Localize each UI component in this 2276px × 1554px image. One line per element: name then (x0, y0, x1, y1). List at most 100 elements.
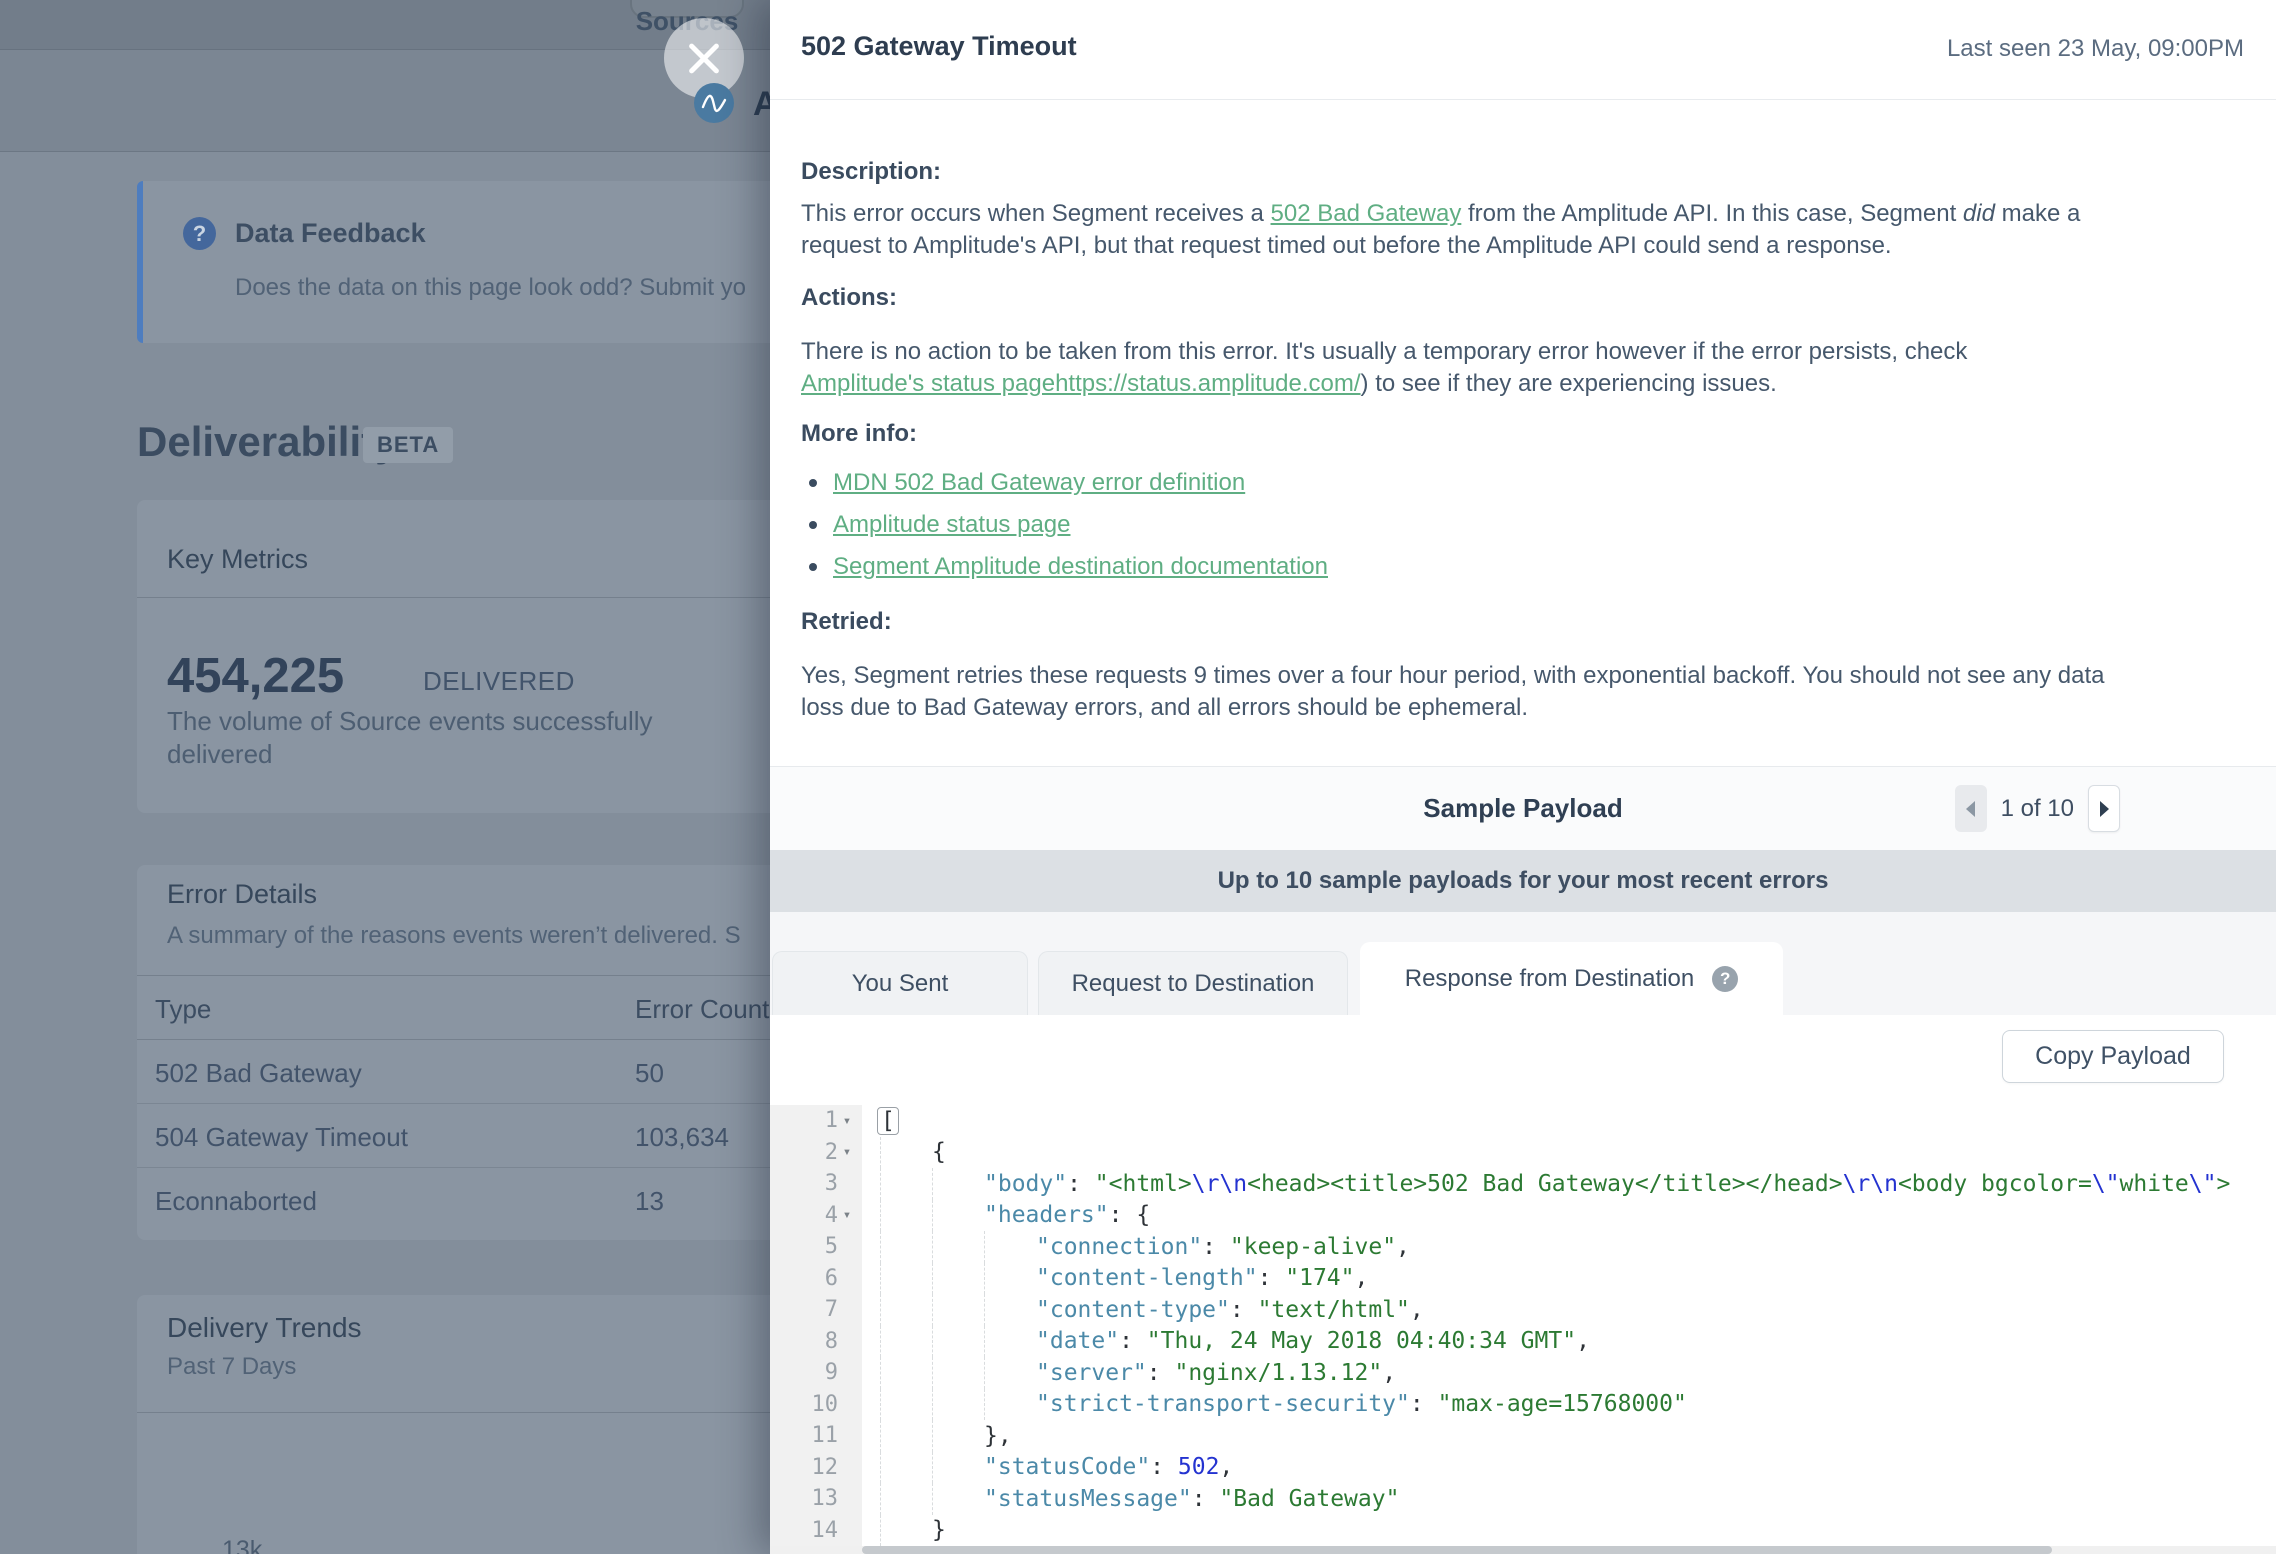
error-detail-panel: 502 Gateway Timeout Last seen 23 May, 09… (770, 0, 2276, 1554)
more-info-link[interactable]: Amplitude status page (833, 511, 1070, 539)
description-line-2: request to Amplitude's API, but that req… (801, 230, 2221, 262)
code-content: "date": "Thu, 24 May 2018 04:40:34 GMT", (862, 1326, 1590, 1358)
delivery-trends-subtitle: Past 7 Days (167, 1353, 296, 1381)
actions-line-2: Amplitude's status pagehttps://status.am… (801, 368, 2221, 400)
code-content: "statusCode": 502, (862, 1452, 1233, 1484)
code-token: : (1067, 1171, 1095, 1197)
indent-guide (880, 1483, 932, 1515)
delivered-description: The volume of Source events successfully… (167, 705, 747, 771)
pager-next-button[interactable] (2088, 785, 2120, 832)
code-token: "headers" (984, 1202, 1109, 1228)
code-token: [ (877, 1107, 899, 1135)
beta-badge: BETA (363, 427, 453, 463)
fold-arrow-icon[interactable]: ▾ (838, 1113, 856, 1129)
line-number: 11 (812, 1423, 839, 1448)
fold-arrow-icon[interactable]: ▾ (838, 1207, 856, 1223)
code-line: 5"connection": "keep-alive", (770, 1231, 2276, 1263)
tab-request-to-destination[interactable]: Request to Destination (1038, 951, 1348, 1015)
sample-payload-header: Sample Payload 1 of 10 (770, 766, 2276, 850)
code-content: { (862, 1137, 946, 1169)
code-content: } (862, 1515, 946, 1547)
code-content: [ (862, 1105, 899, 1137)
pager-previous-button[interactable] (1955, 785, 1987, 832)
text: make a (1995, 200, 2080, 227)
code-line: 11}, (770, 1420, 2276, 1452)
link-502-bad-gateway[interactable]: 502 Bad Gateway (1271, 200, 1462, 227)
code-line: 1▾[ (770, 1105, 2276, 1137)
horizontal-scrollbar[interactable] (770, 1546, 2276, 1554)
code-content: "strict-transport-security": "max-age=15… (862, 1389, 1687, 1421)
payload-code-editor[interactable]: 1▾[2▾{3"body": "<html>\r\n<head><title>5… (770, 1105, 2276, 1546)
code-content: "body": "<html>\r\n<head><title>502 Bad … (862, 1168, 2230, 1200)
line-number: 6 (825, 1266, 838, 1291)
code-token: "content-length" (1036, 1265, 1258, 1291)
code-content: }, (862, 1420, 1012, 1452)
cell-error-type: 504 Gateway Timeout (155, 1122, 408, 1153)
text-italic: did (1963, 200, 1995, 227)
code-line: 10"strict-transport-security": "max-age=… (770, 1389, 2276, 1421)
code-token: , (1576, 1328, 1590, 1354)
code-token: "Thu, 24 May 2018 04:40:34 GMT" (1147, 1328, 1576, 1354)
code-token: "date" (1036, 1328, 1119, 1354)
column-header-error-count: Error Count (635, 994, 769, 1025)
code-token: : (1202, 1234, 1230, 1260)
line-number: 12 (812, 1455, 839, 1480)
scrollbar-thumb[interactable] (862, 1546, 2052, 1554)
code-token: <body bgcolor= (1898, 1171, 2092, 1197)
code-token: 502 (1178, 1454, 1220, 1480)
delivered-label: DELIVERED (423, 666, 575, 697)
code-token: : (1258, 1265, 1286, 1291)
panel-title: 502 Gateway Timeout (801, 31, 1077, 62)
code-line: 12 "statusCode": 502, (770, 1452, 2276, 1484)
cell-error-count: 50 (635, 1058, 664, 1089)
retried-line-1: Yes, Segment retries these requests 9 ti… (801, 660, 2221, 692)
fold-arrow-icon[interactable]: ▾ (838, 1144, 856, 1160)
code-token: { (932, 1139, 946, 1165)
code-token: "body" (984, 1171, 1067, 1197)
indent-guide (932, 1263, 984, 1295)
gutter: 14 (770, 1515, 862, 1547)
indent-guide (880, 1357, 932, 1389)
code-token: : (1150, 1454, 1178, 1480)
code-token: "content-type" (1036, 1297, 1230, 1323)
pager-position: 1 of 10 (2001, 795, 2074, 823)
help-icon[interactable]: ? (1712, 966, 1738, 992)
code-line: 6"content-length": "174", (770, 1263, 2276, 1295)
actions-label: Actions: (801, 284, 897, 312)
text: This error occurs when Segment receives … (801, 200, 1271, 227)
tab-response-from-destination[interactable]: Response from Destination? (1360, 942, 1783, 1015)
code-token: "server" (1036, 1360, 1147, 1386)
code-token: \" (2189, 1171, 2217, 1197)
column-header-type: Type (155, 994, 211, 1025)
link-amplitude-status[interactable]: Amplitude's status pagehttps://status.am… (801, 370, 1361, 397)
indent-guide (880, 1231, 932, 1263)
indent-guide (880, 1420, 932, 1452)
copy-payload-button[interactable]: Copy Payload (2002, 1030, 2224, 1083)
bullet-icon (809, 479, 817, 487)
description-line-1: This error occurs when Segment receives … (801, 198, 2221, 230)
panel-header: 502 Gateway Timeout Last seen 23 May, 09… (770, 0, 2276, 100)
code-token: "174" (1285, 1265, 1354, 1291)
close-icon (686, 40, 722, 76)
code-token: "statusMessage" (984, 1486, 1192, 1512)
indent-guide (880, 1515, 932, 1547)
gutter: 8 (770, 1326, 862, 1358)
code-token: "connection" (1036, 1234, 1202, 1260)
more-info-link[interactable]: MDN 502 Bad Gateway error definition (833, 469, 1245, 497)
code-content: "statusMessage": "Bad Gateway" (862, 1483, 1399, 1515)
gutter: 2▾ (770, 1137, 862, 1169)
chevron-left-icon (1966, 801, 1975, 817)
code-line: 3"body": "<html>\r\n<head><title>502 Bad… (770, 1168, 2276, 1200)
bullet-icon (809, 521, 817, 529)
indent-guide (932, 1452, 984, 1484)
code-line: 14} (770, 1515, 2276, 1547)
tab-you-sent[interactable]: You Sent (772, 951, 1028, 1015)
code-content: "content-type": "text/html", (862, 1294, 1424, 1326)
tab-sources[interactable]: Sources (630, 0, 744, 18)
indent-guide (932, 1357, 984, 1389)
text: from the Amplitude API. In this case, Se… (1461, 200, 1963, 227)
more-info-link[interactable]: Segment Amplitude destination documentat… (833, 553, 1328, 581)
gutter: 4▾ (770, 1200, 862, 1232)
indent-guide (984, 1326, 1036, 1358)
gutter: 5 (770, 1231, 862, 1263)
